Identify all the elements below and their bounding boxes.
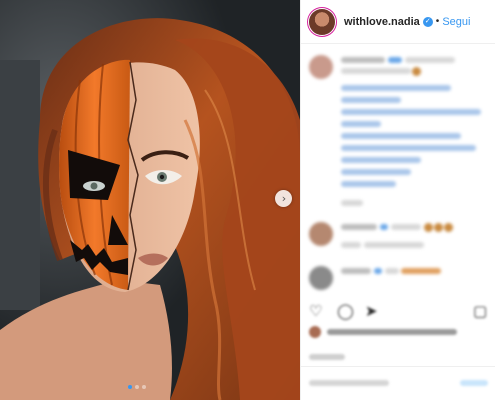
avatar[interactable]: [309, 266, 333, 290]
post-timestamp: [309, 348, 345, 366]
post-side-panel: withlove.nadia ✓ • Segui ♡ ◯ ➤ ▢: [300, 0, 495, 400]
post-photo[interactable]: ›: [0, 0, 300, 400]
comment-input[interactable]: [309, 378, 460, 389]
carousel-indicator: [128, 385, 146, 389]
chevron-right-icon: ›: [281, 192, 287, 205]
likes-summary[interactable]: [309, 326, 457, 338]
caption-row: [309, 55, 488, 208]
carousel-dot: [135, 385, 139, 389]
bookmark-icon[interactable]: ▢: [473, 303, 489, 319]
emoji-icon: [412, 66, 421, 76]
heart-icon[interactable]: ♡: [309, 303, 325, 319]
caption-body: [341, 55, 481, 208]
hashtags: [341, 83, 481, 191]
follow-button[interactable]: Segui: [442, 16, 470, 28]
post-image: [0, 0, 300, 400]
comment-row: [309, 222, 488, 250]
verified-badge-icon: ✓: [422, 16, 433, 27]
username-link[interactable]: withlove.nadia: [344, 16, 420, 28]
share-icon[interactable]: ➤: [365, 303, 381, 319]
carousel-dot: [142, 385, 146, 389]
avatar[interactable]: [309, 8, 335, 35]
comments-list: [301, 45, 495, 300]
post-header: withlove.nadia ✓ • Segui: [301, 0, 495, 44]
publish-button[interactable]: [460, 378, 488, 389]
next-image-button[interactable]: ›: [275, 190, 292, 207]
separator-dot: •: [435, 16, 440, 27]
avatar[interactable]: [309, 55, 333, 79]
carousel-dot-active: [128, 385, 132, 389]
avatar[interactable]: [309, 222, 333, 246]
avatar: [309, 326, 321, 338]
add-comment-bar[interactable]: [301, 366, 495, 400]
comment-icon[interactable]: ◯: [337, 303, 354, 319]
comment-row: [309, 266, 488, 290]
action-bar: ♡ ◯ ➤ ▢: [309, 300, 489, 322]
